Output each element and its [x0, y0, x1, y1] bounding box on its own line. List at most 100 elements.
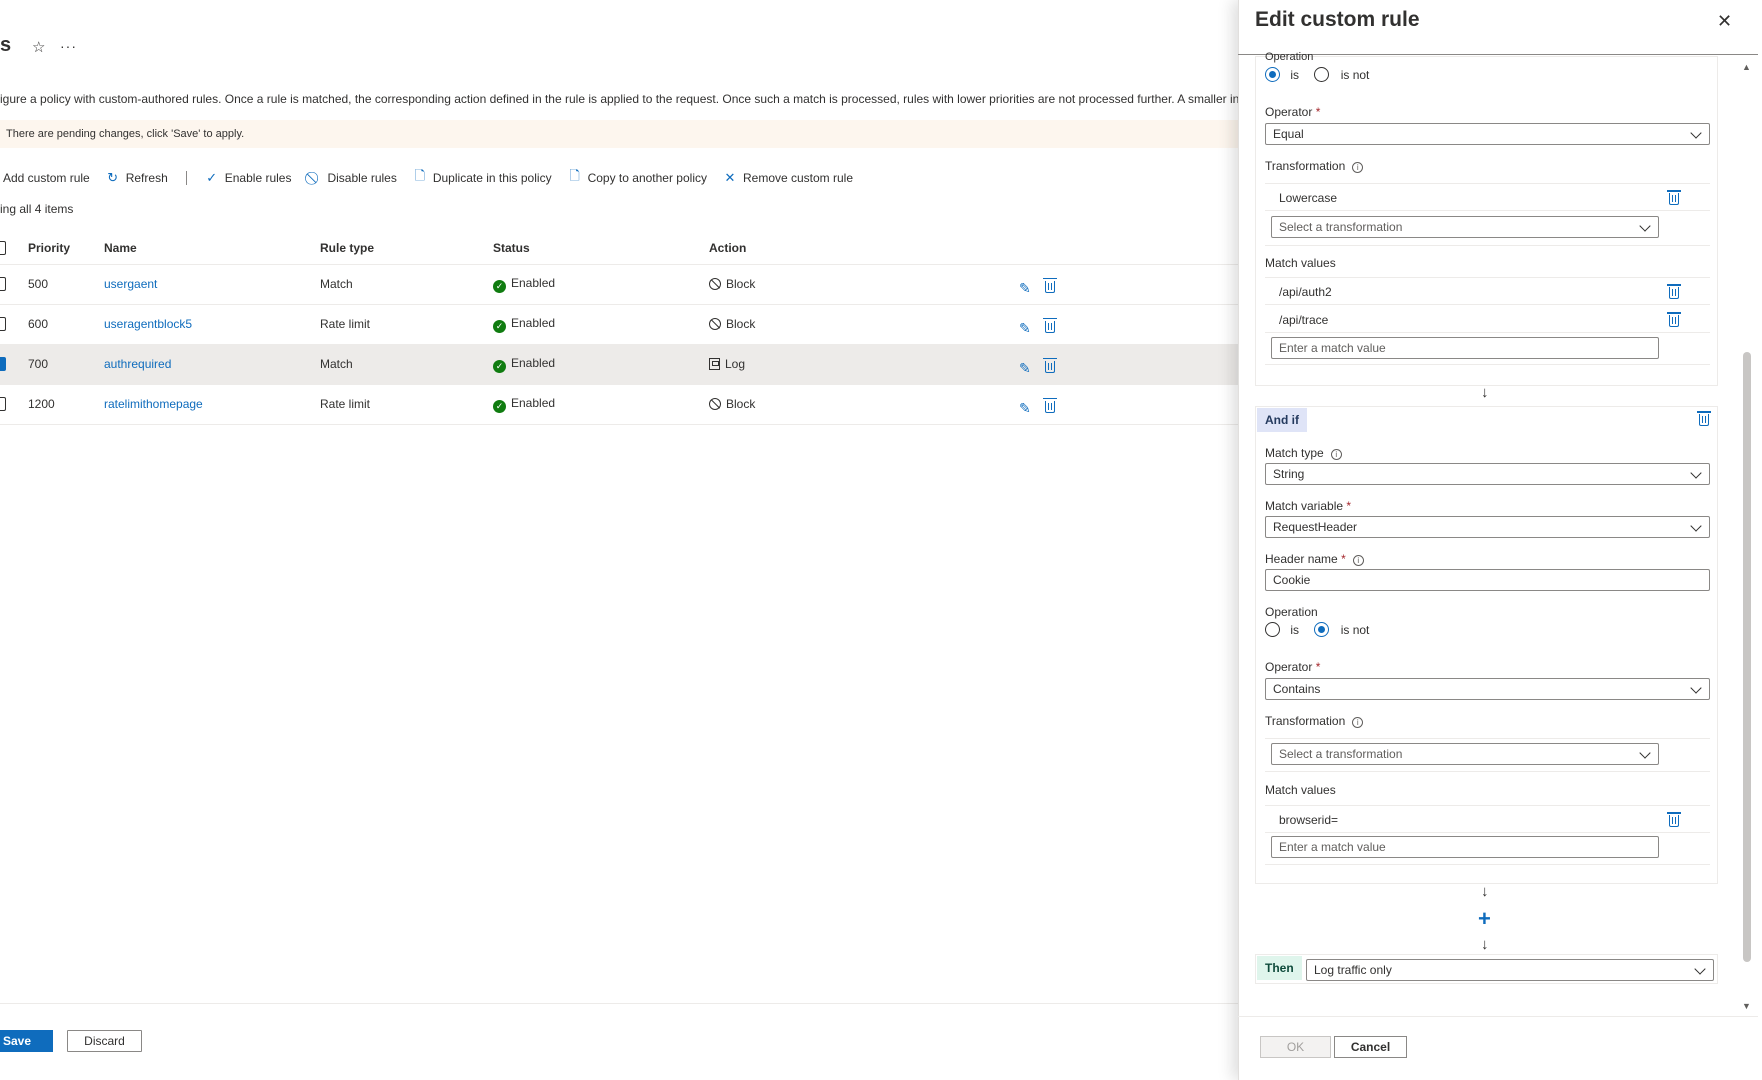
- then-action-dropdown[interactable]: Log traffic only: [1306, 959, 1714, 981]
- then-tag: Then: [1257, 956, 1302, 980]
- action-cell: Block: [726, 317, 756, 331]
- match-variable-dropdown[interactable]: RequestHeader: [1265, 516, 1710, 538]
- scroll-down-arrow-icon[interactable]: ▼: [1742, 1001, 1751, 1011]
- edit-pencil-icon[interactable]: ✎: [1019, 360, 1031, 376]
- rule-name-link[interactable]: usergaent: [104, 277, 157, 291]
- edit-pencil-icon[interactable]: ✎: [1019, 400, 1031, 416]
- transformation-bottom-divider: [1265, 245, 1710, 246]
- info-icon[interactable]: i: [1352, 162, 1364, 173]
- delete-trash-icon[interactable]: [1667, 812, 1681, 827]
- status-header[interactable]: Status: [493, 232, 709, 265]
- table-row[interactable]: 500 usergaent Match ✓ Enabled Block ✎: [0, 264, 1238, 305]
- match-type-dropdown[interactable]: String: [1265, 463, 1710, 485]
- row-checkbox-checked[interactable]: [0, 357, 6, 372]
- save-button[interactable]: Save: [0, 1030, 53, 1052]
- match-value-input[interactable]: Enter a match value: [1271, 337, 1659, 359]
- match-value-divider: [1265, 304, 1710, 305]
- rule-name-link[interactable]: authrequired: [104, 357, 171, 371]
- transformation-label: Transformation i: [1265, 714, 1364, 728]
- match-type-label: Match type i: [1265, 446, 1342, 460]
- table-row[interactable]: 1200 ratelimithomepage Rate limit ✓ Enabl…: [0, 384, 1238, 425]
- name-header[interactable]: Name: [104, 232, 320, 265]
- copy-policy-label: Copy to another policy: [587, 171, 707, 185]
- action-header[interactable]: Action: [709, 232, 1019, 265]
- row-checkbox[interactable]: [0, 277, 6, 292]
- chevron-down-icon: [1639, 220, 1651, 232]
- match-type-value: String: [1273, 467, 1305, 481]
- close-icon[interactable]: ✕: [1717, 11, 1732, 32]
- discard-button[interactable]: Discard: [67, 1030, 142, 1052]
- operator-dropdown[interactable]: Equal: [1265, 123, 1710, 145]
- rule-name-link[interactable]: useragentblock5: [104, 317, 192, 331]
- operation-is-radio[interactable]: [1265, 622, 1280, 637]
- scrollbar-thumb[interactable]: [1743, 352, 1751, 962]
- operation-is-not-label: is not: [1340, 68, 1370, 82]
- favorite-star-icon[interactable]: ☆: [32, 38, 45, 56]
- copy-policy-button[interactable]: 🗋 Copy to another policy: [568, 167, 707, 189]
- scroll-up-arrow-icon[interactable]: ▲: [1742, 62, 1751, 72]
- operation-radio-group: is is not: [1265, 622, 1369, 637]
- delete-trash-icon[interactable]: [1667, 190, 1681, 205]
- chevron-down-icon: [1690, 520, 1702, 532]
- duplicate-button[interactable]: 🗋 Duplicate in this policy: [413, 167, 552, 189]
- header-name-label-text: Header name: [1265, 552, 1338, 566]
- header-name-label: Header name * i: [1265, 552, 1364, 566]
- flow-arrow-down-icon: ↓: [1481, 936, 1489, 953]
- operator-label-text: Operator: [1265, 660, 1313, 674]
- copy-document-icon: 🗋: [569, 168, 580, 183]
- priority-cell: 1200: [28, 384, 104, 425]
- table-row-selected[interactable]: 700 authrequired Match ✓ Enabled Log ✎: [0, 344, 1238, 385]
- page-title: s: [0, 34, 12, 56]
- operator-value: Contains: [1273, 682, 1321, 696]
- edit-pencil-icon[interactable]: ✎: [1019, 280, 1031, 296]
- delete-trash-icon[interactable]: [1042, 277, 1057, 293]
- select-all-checkbox[interactable]: [0, 241, 6, 256]
- chevron-down-icon: [1690, 467, 1702, 479]
- row-checkbox[interactable]: [0, 397, 6, 412]
- match-value-input[interactable]: Enter a match value: [1271, 836, 1659, 858]
- operation-is-not-radio[interactable]: [1314, 622, 1330, 637]
- row-checkbox[interactable]: [0, 317, 6, 332]
- rule-type-cell: Rate limit: [320, 384, 493, 425]
- info-icon[interactable]: i: [1352, 717, 1364, 728]
- table-row[interactable]: 600 useragentblock5 Rate limit ✓ Enabled …: [0, 304, 1238, 345]
- info-icon[interactable]: i: [1352, 555, 1364, 566]
- status-cell: Enabled: [511, 275, 556, 290]
- info-icon[interactable]: i: [1330, 449, 1342, 460]
- transformation-dropdown[interactable]: Select a transformation: [1271, 743, 1659, 765]
- add-condition-plus-icon[interactable]: +: [1478, 906, 1491, 932]
- delete-condition-trash-icon[interactable]: [1697, 411, 1711, 426]
- ok-button[interactable]: OK: [1260, 1036, 1331, 1058]
- header-name-input[interactable]: Cookie: [1265, 569, 1710, 591]
- operation-is-not-radio[interactable]: [1314, 67, 1330, 82]
- flow-arrow-down-icon: ↓: [1481, 883, 1489, 900]
- flow-arrow-down-icon: ↓: [1481, 384, 1489, 401]
- operator-dropdown[interactable]: Contains: [1265, 678, 1710, 700]
- enable-rules-button[interactable]: ✓ Enable rules: [205, 170, 291, 186]
- block-icon: [709, 398, 721, 410]
- delete-trash-icon[interactable]: [1667, 284, 1681, 299]
- select-all-header[interactable]: [0, 232, 28, 265]
- disable-rules-button[interactable]: ⃠ Disable rules: [307, 170, 396, 186]
- delete-trash-icon[interactable]: [1042, 317, 1057, 333]
- remove-custom-rule-button[interactable]: ✕ Remove custom rule: [723, 170, 854, 186]
- operation-is-radio[interactable]: [1265, 67, 1280, 82]
- delete-trash-icon[interactable]: [1042, 397, 1057, 413]
- more-options-icon[interactable]: ···: [60, 38, 77, 54]
- required-asterisk: *: [1346, 499, 1352, 513]
- transformation-bottom-divider: [1265, 771, 1710, 772]
- required-asterisk: *: [1341, 552, 1346, 566]
- rule-name-link[interactable]: ratelimithomepage: [104, 397, 203, 411]
- add-custom-rule-button[interactable]: Add custom rule: [3, 171, 90, 185]
- rule-type-header[interactable]: Rule type: [320, 232, 493, 265]
- chevron-down-icon: [1639, 747, 1651, 759]
- edit-pencil-icon[interactable]: ✎: [1019, 320, 1031, 336]
- priority-header[interactable]: Priority: [28, 232, 104, 265]
- delete-trash-icon[interactable]: [1042, 357, 1057, 373]
- refresh-button[interactable]: ↻ Refresh: [106, 170, 167, 186]
- cancel-button[interactable]: Cancel: [1334, 1036, 1407, 1058]
- transformation-dropdown[interactable]: Select a transformation: [1271, 216, 1659, 238]
- match-values-label: Match values: [1265, 783, 1336, 797]
- delete-trash-icon[interactable]: [1667, 312, 1681, 327]
- checkmark-icon: ✓: [206, 170, 218, 185]
